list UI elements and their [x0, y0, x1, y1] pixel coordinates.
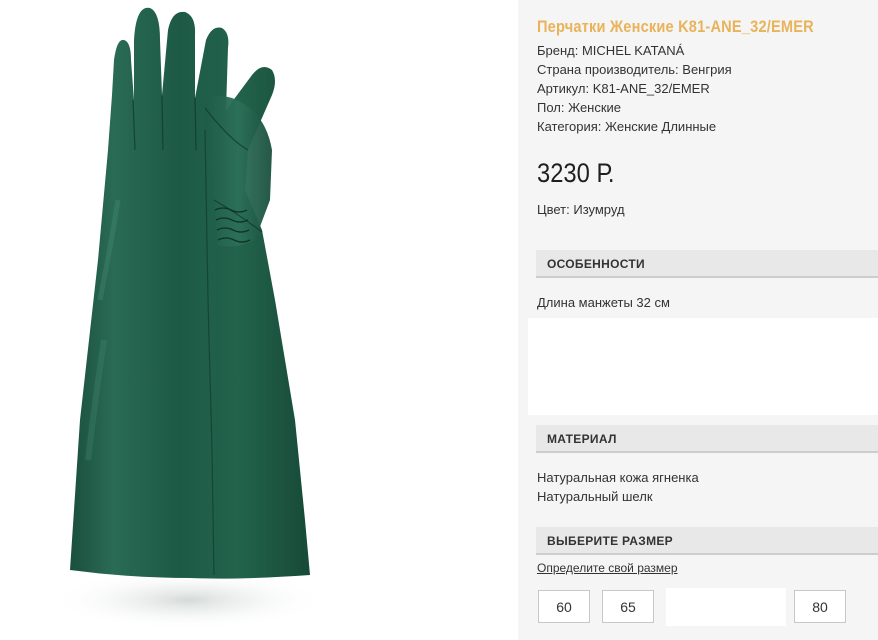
product-image-pane	[0, 0, 518, 640]
empty-size-slot	[666, 588, 786, 626]
size-option-65[interactable]: 65	[602, 590, 654, 623]
glove-reflection	[48, 570, 328, 630]
product-title: Перчатки Женские K81-ANE_32/EMER	[537, 17, 814, 36]
material-line: Натуральная кожа ягненка	[537, 470, 699, 485]
color-label: Цвет: Изумруд	[537, 202, 625, 217]
material-heading: МАТЕРИАЛ	[547, 432, 617, 446]
material-line: Натуральный шелк	[537, 489, 653, 504]
glove-image[interactable]	[0, 0, 518, 640]
size-option-60[interactable]: 60	[538, 590, 590, 623]
features-section-header[interactable]: ОСОБЕННОСТИ	[536, 250, 878, 278]
empty-content-block	[528, 318, 878, 415]
gender-attribute: Пол: Женские	[537, 100, 622, 115]
article-attribute: Артикул: K81-ANE_32/EMER	[537, 81, 710, 96]
size-heading: ВЫБЕРИТЕ РАЗМЕР	[547, 534, 673, 548]
size-section-header[interactable]: ВЫБЕРИТЕ РАЗМЕР	[536, 527, 878, 555]
size-option-80[interactable]: 80	[794, 590, 846, 623]
country-attribute: Страна производитель: Венгрия	[537, 62, 732, 77]
size-guide-link[interactable]: Определите свой размер	[537, 561, 678, 575]
brand-attribute: Бренд: MICHEL KATANÁ	[537, 43, 685, 58]
features-text: Длина манжеты 32 см	[537, 295, 670, 310]
product-price: 3230 Р.	[537, 158, 615, 188]
glove-body	[70, 7, 310, 579]
product-info-panel: Перчатки Женские K81-ANE_32/EMER Бренд: …	[518, 0, 878, 640]
category-attribute: Категория: Женские Длинные	[537, 119, 717, 134]
features-heading: ОСОБЕННОСТИ	[547, 257, 645, 271]
material-section-header[interactable]: МАТЕРИАЛ	[536, 425, 878, 453]
